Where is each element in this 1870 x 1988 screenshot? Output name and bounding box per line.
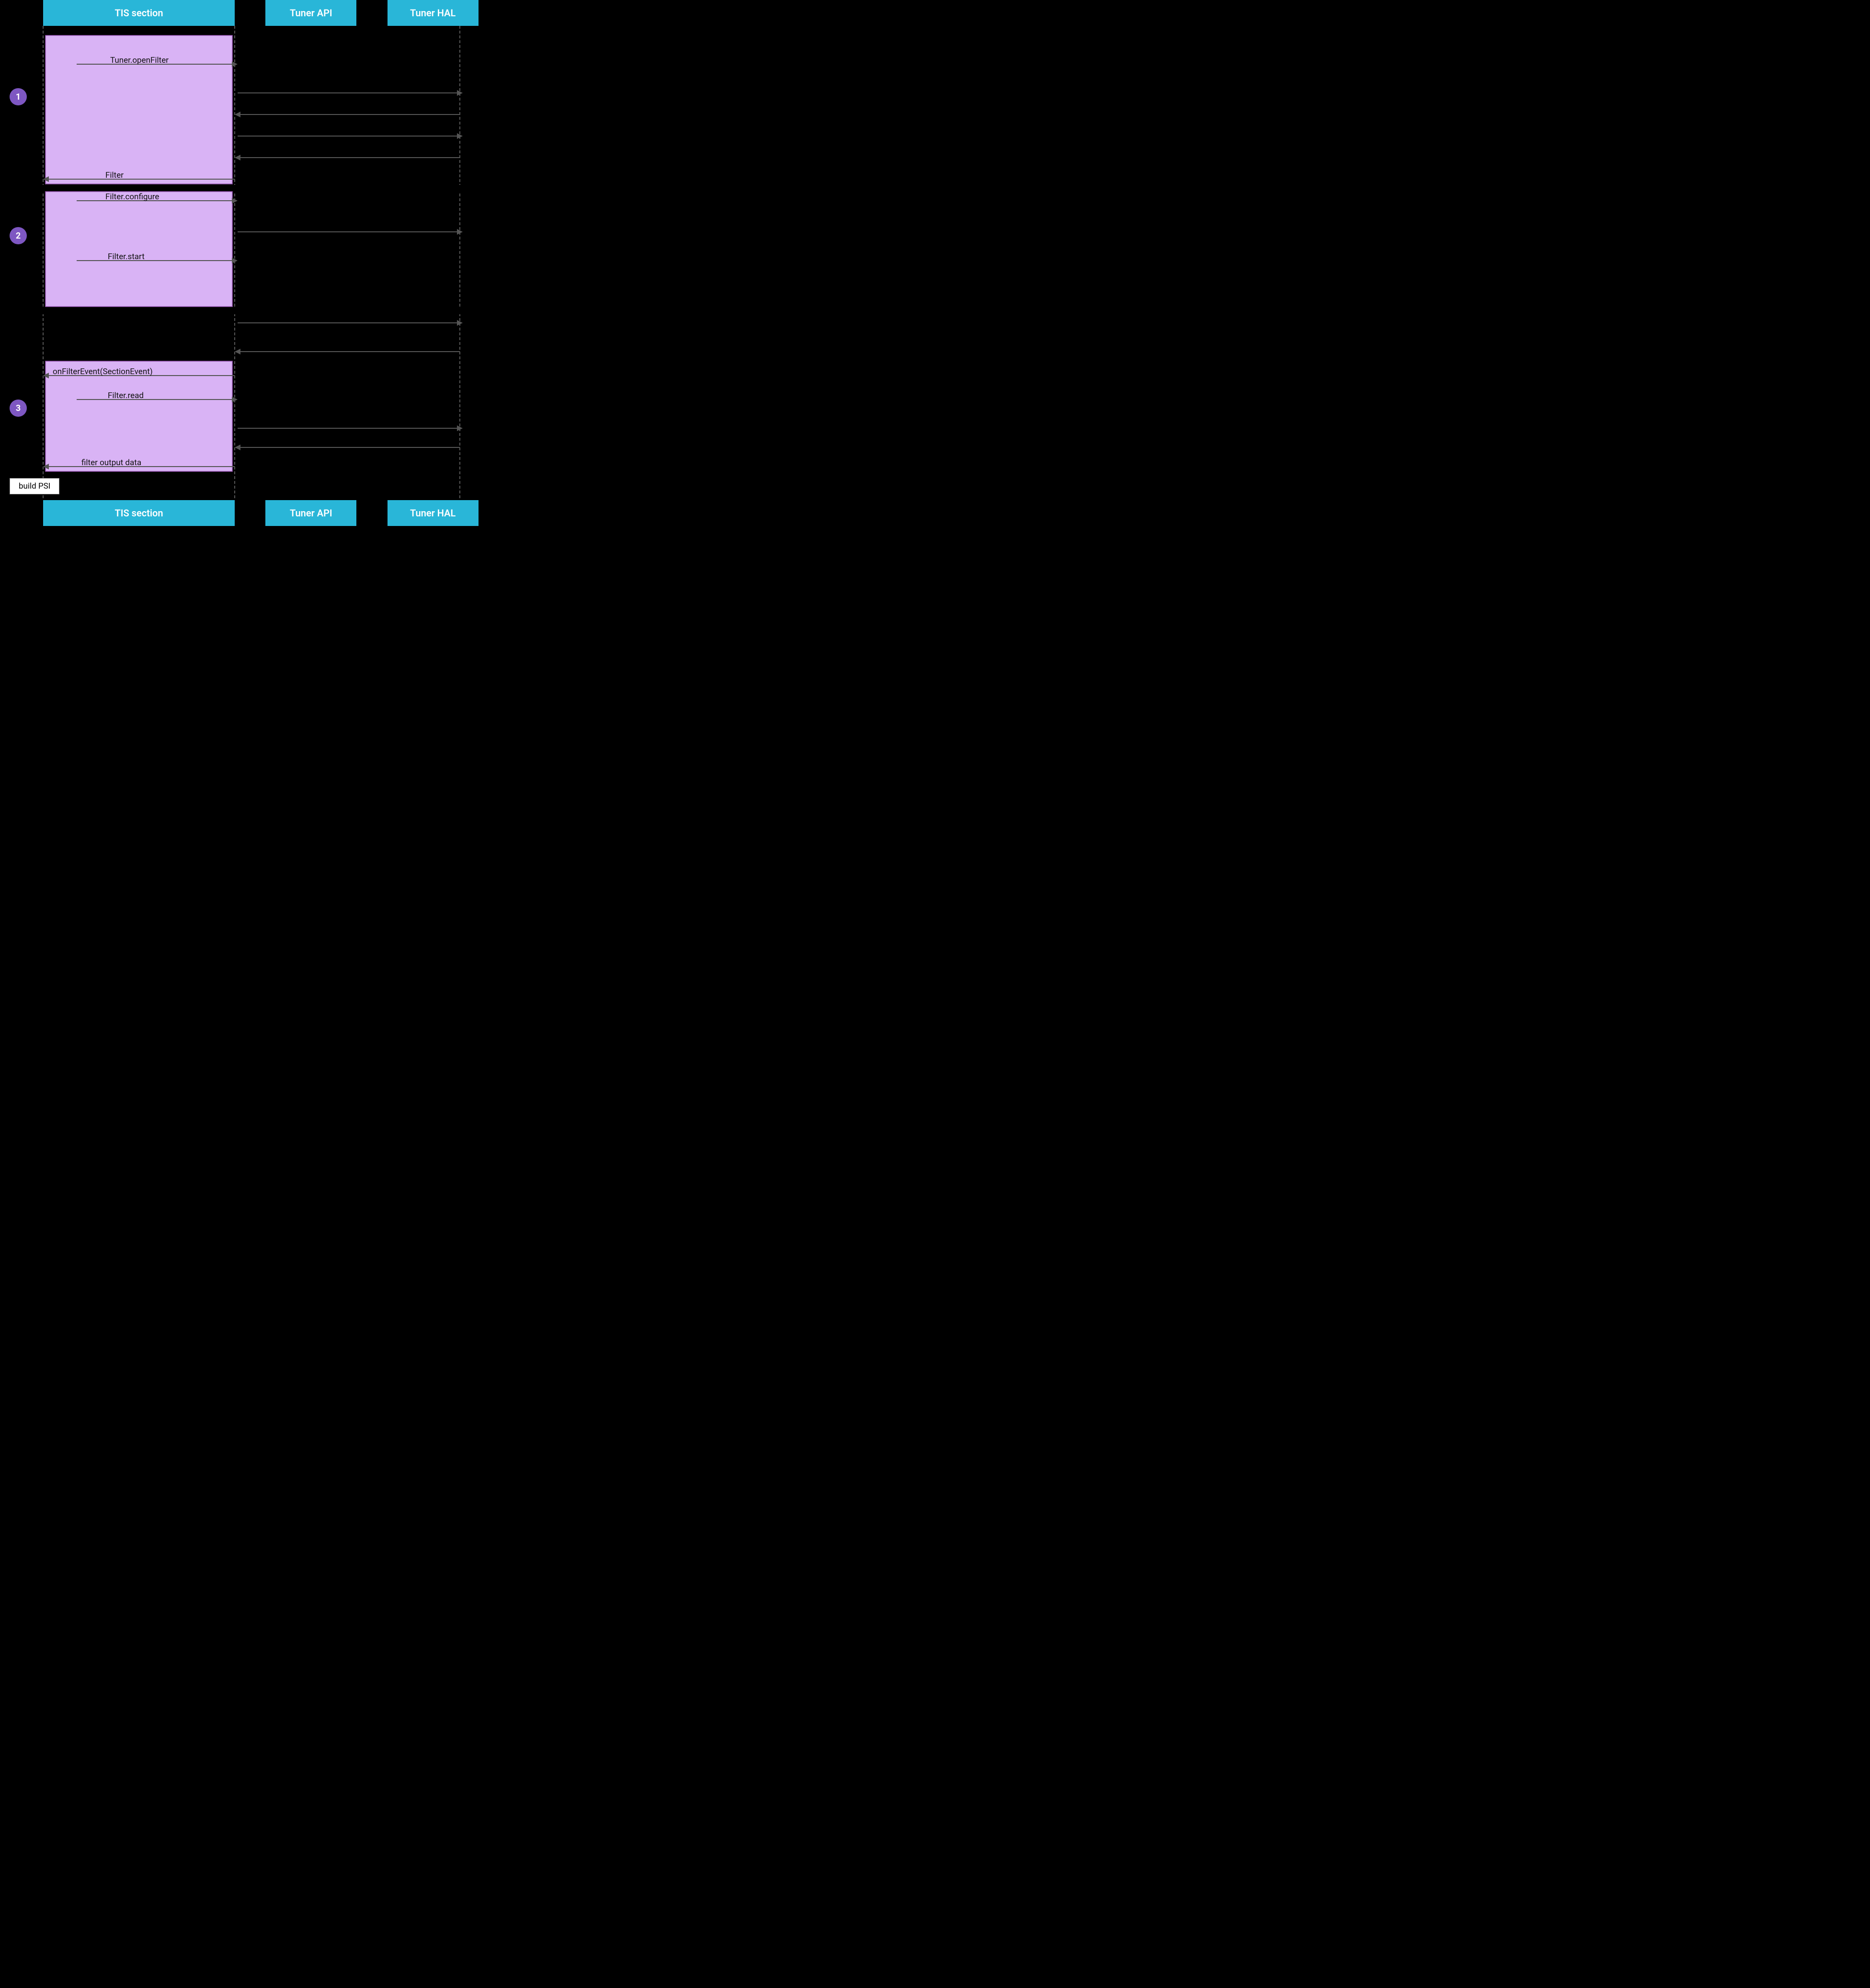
label-filter-configure: Filter.configure — [105, 192, 159, 202]
label-filter-return: Filter — [105, 171, 124, 180]
label-on-filter-event: onFilterEvent(SectionEvent) — [53, 367, 153, 377]
label-filter-start: Filter.start — [108, 252, 145, 262]
diagram-svg — [0, 26, 509, 500]
footer-tis: TIS section — [43, 500, 235, 526]
diagram-body: Tuner.openFilter Filter Filter.configure… — [0, 26, 509, 500]
header-bar: TIS section Tuner API Tuner HAL — [0, 0, 509, 26]
header-tuner-hal: Tuner HAL — [388, 0, 479, 26]
header-tuner-api: Tuner API — [265, 0, 356, 26]
step-circle-1: 1 — [10, 88, 27, 105]
footer-tuner-api: Tuner API — [265, 500, 356, 526]
footer-bar: TIS section Tuner API Tuner HAL — [0, 500, 509, 526]
step-circle-2: 2 — [10, 227, 27, 244]
label-tuner-open-filter: Tuner.openFilter — [110, 56, 169, 65]
label-filter-read: Filter.read — [108, 391, 144, 400]
footer-tuner-hal: Tuner HAL — [388, 500, 479, 526]
label-filter-output-data: filter output data — [81, 458, 141, 468]
step-circle-3: 3 — [10, 400, 27, 417]
note-build-psi: build PSI — [10, 478, 59, 494]
header-tis: TIS section — [43, 0, 235, 26]
sequence-diagram: TIS section Tuner API Tuner HAL — [0, 0, 509, 526]
